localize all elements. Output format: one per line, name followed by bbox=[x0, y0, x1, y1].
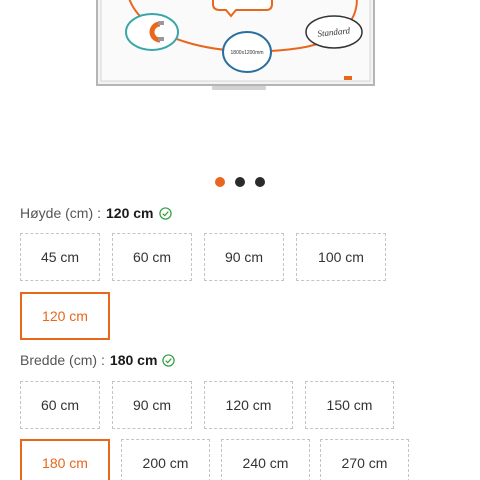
height-option-90[interactable]: 90 cm bbox=[204, 233, 284, 281]
width-label-separator: : bbox=[101, 352, 105, 368]
height-option-120-selected[interactable]: 120 cm bbox=[20, 292, 110, 340]
brand-logo-icon bbox=[344, 76, 352, 80]
width-selected-value: 180 cm bbox=[109, 352, 158, 368]
width-option-200[interactable]: 200 cm bbox=[121, 439, 210, 480]
image-carousel-dots bbox=[0, 177, 480, 187]
check-circle-icon bbox=[158, 206, 172, 220]
height-option-60[interactable]: 60 cm bbox=[112, 233, 192, 281]
width-option-60[interactable]: 60 cm bbox=[20, 381, 100, 429]
height-option-45[interactable]: 45 cm bbox=[20, 233, 100, 281]
width-option-270[interactable]: 270 cm bbox=[320, 439, 409, 480]
carousel-dot-2[interactable] bbox=[235, 177, 245, 187]
carousel-dot-3[interactable] bbox=[255, 177, 265, 187]
height-label-text: Høyde (cm) bbox=[20, 205, 94, 221]
product-image-whiteboard[interactable]: Standard 1800x1200mm bbox=[0, 0, 480, 100]
carousel-dot-1[interactable] bbox=[215, 177, 225, 187]
height-option-label: Høyde (cm) : 120 cm bbox=[20, 205, 172, 221]
width-option-120[interactable]: 120 cm bbox=[204, 381, 293, 429]
width-label-text: Bredde (cm) bbox=[20, 352, 98, 368]
width-option-240[interactable]: 240 cm bbox=[221, 439, 310, 480]
check-circle-icon bbox=[162, 353, 176, 367]
whiteboard-note-size: 1800x1200mm bbox=[230, 50, 263, 56]
product-page: Standard 1800x1200mm Høyde (cm) : 120 cm… bbox=[0, 0, 480, 480]
width-option-label: Bredde (cm) : 180 cm bbox=[20, 352, 176, 368]
height-option-100[interactable]: 100 cm bbox=[296, 233, 386, 281]
width-option-90[interactable]: 90 cm bbox=[112, 381, 192, 429]
height-label-separator: : bbox=[97, 205, 102, 221]
height-selected-value: 120 cm bbox=[106, 205, 154, 221]
whiteboard-tray bbox=[212, 86, 266, 90]
width-option-150[interactable]: 150 cm bbox=[305, 381, 394, 429]
width-option-180-selected[interactable]: 180 cm bbox=[20, 439, 110, 480]
